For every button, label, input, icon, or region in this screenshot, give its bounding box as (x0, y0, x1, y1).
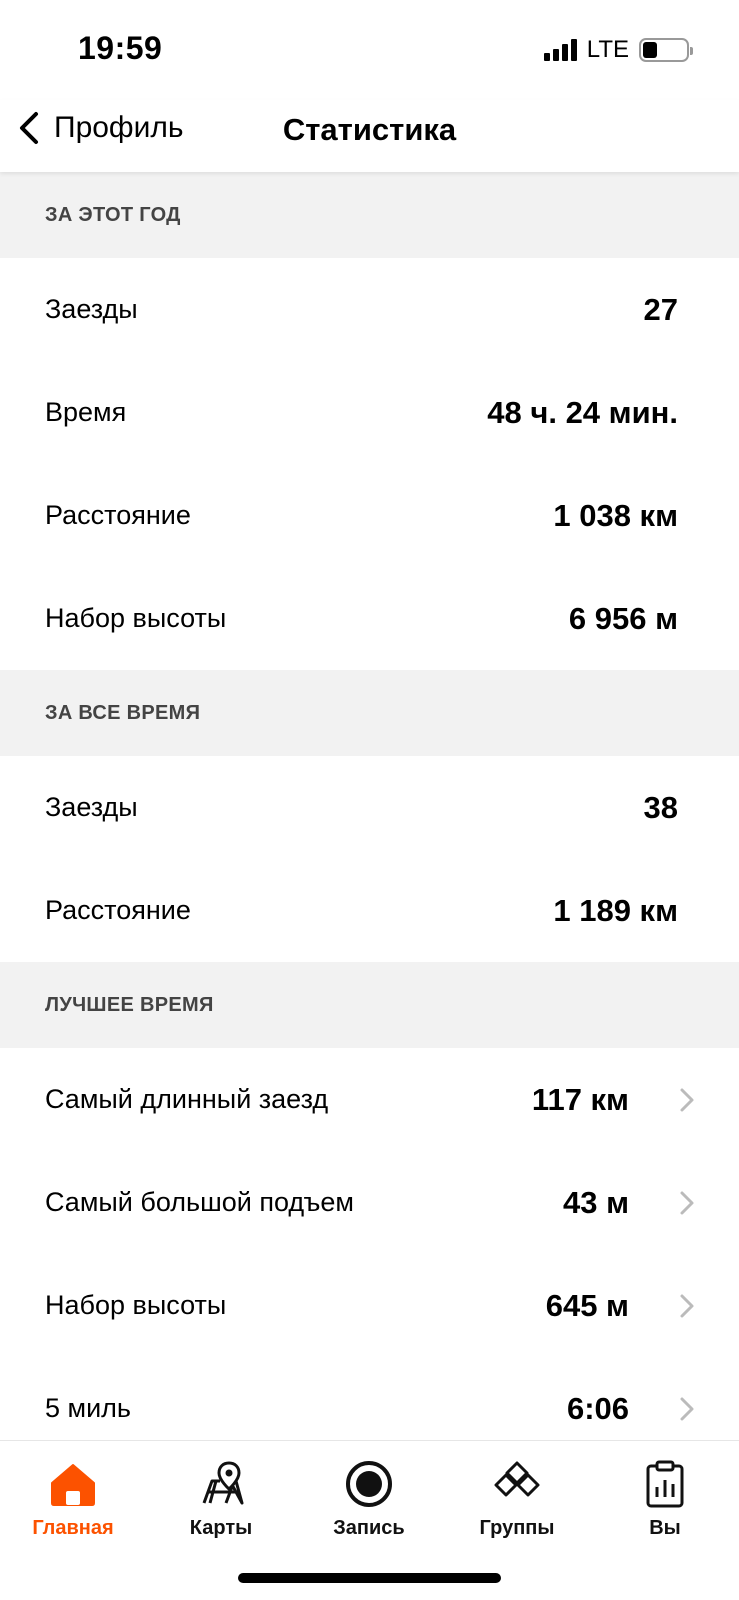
network-type: LTE (586, 36, 629, 63)
groups-icon (494, 1461, 540, 1497)
record-icon (346, 1461, 392, 1507)
tab-label: Группы (479, 1517, 555, 1539)
stat-label: Самый длинный заезд (45, 1084, 329, 1114)
page-title: Статистика (282, 112, 457, 147)
navigation-bar: Профиль Статистика (0, 100, 739, 172)
stat-row-rides: Заезды 27 (0, 258, 739, 361)
stat-row-elevation: Набор высоты 6 956 м (0, 567, 739, 670)
stat-label: Время (45, 397, 127, 427)
best-row-longest-ride[interactable]: Самый длинный заезд 117 км (0, 1048, 739, 1151)
stat-value: 38 (643, 789, 678, 825)
best-row-elevation-gain[interactable]: Набор высоты 645 м (0, 1254, 739, 1357)
stat-row-distance: Расстояние 1 038 км (0, 464, 739, 567)
section-header-this-year: ЗА ЭТОТ ГОД (0, 172, 739, 258)
stat-label: Заезды (45, 294, 138, 324)
stat-row-rides-all-time: Заезды 38 (0, 756, 739, 859)
section-header-best: ЛУЧШЕЕ ВРЕМЯ (0, 962, 739, 1048)
tab-label: Вы (649, 1517, 681, 1539)
stat-value: 6:06 (566, 1390, 629, 1426)
stat-value: 27 (643, 291, 678, 327)
stat-value: 1 038 км (553, 497, 678, 533)
profile-icon (646, 1460, 684, 1508)
stat-value: 1 189 км (553, 892, 678, 928)
stat-label: Самый большой подъем (45, 1187, 354, 1217)
section-header-all-time: ЗА ВСЕ ВРЕМЯ (0, 670, 739, 756)
stat-label: Расстояние (45, 895, 191, 925)
tab-label: Запись (333, 1517, 405, 1539)
status-time: 19:59 (78, 30, 163, 66)
home-indicator[interactable] (238, 1573, 501, 1583)
stat-label: Набор высоты (45, 603, 227, 633)
chevron-right-icon (680, 1294, 694, 1317)
map-icon (202, 1461, 244, 1505)
signal-icon (543, 39, 577, 61)
tab-record[interactable]: Запись (304, 1459, 434, 1540)
stat-row-distance-all-time: Расстояние 1 189 км (0, 859, 739, 962)
stat-row-time: Время 48 ч. 24 мин. (0, 361, 739, 464)
status-bar: 19:59 LTE (0, 0, 739, 100)
status-indicators: LTE (543, 36, 693, 64)
stats-content[interactable]: ЗА ЭТОТ ГОД Заезды 27 Время 48 ч. 24 мин… (0, 172, 739, 1440)
stat-value: 117 км (531, 1081, 629, 1117)
tab-label: Главная (32, 1517, 114, 1539)
tab-home[interactable]: Главная (8, 1459, 138, 1540)
stat-label: Расстояние (45, 500, 191, 530)
chevron-right-icon (680, 1397, 694, 1420)
battery-icon (639, 38, 693, 62)
stat-label: 5 миль (45, 1393, 131, 1423)
stat-value: 645 м (545, 1287, 629, 1323)
chevron-right-icon (680, 1191, 694, 1214)
best-row-5-miles[interactable]: 5 миль 6:06 (0, 1357, 739, 1440)
stat-value: 6 956 м (568, 600, 678, 636)
stat-label: Набор высоты (45, 1290, 227, 1320)
tab-maps[interactable]: Карты (156, 1459, 286, 1540)
home-icon (51, 1464, 95, 1506)
best-row-biggest-climb[interactable]: Самый большой подъем 43 м (0, 1151, 739, 1254)
stat-value: 48 ч. 24 мин. (487, 394, 678, 430)
stat-label: Заезды (45, 792, 138, 822)
stat-value: 43 м (562, 1184, 629, 1220)
chevron-right-icon (680, 1088, 694, 1111)
tab-groups[interactable]: Группы (452, 1459, 582, 1540)
tab-label: Карты (189, 1517, 253, 1539)
tab-you[interactable]: Вы (600, 1459, 730, 1540)
